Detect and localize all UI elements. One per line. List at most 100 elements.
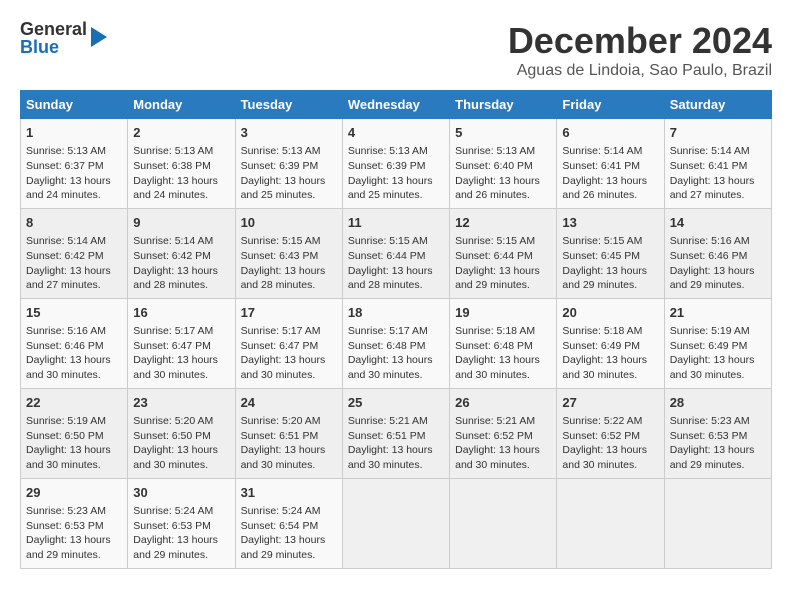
calendar-cell: 29Sunrise: 5:23 AMSunset: 6:53 PMDayligh… <box>21 478 128 568</box>
daylight-text: Daylight: 13 hours and 30 minutes. <box>26 354 111 381</box>
sunrise-text: Sunrise: 5:20 AM <box>241 415 321 427</box>
daylight-text: Daylight: 13 hours and 30 minutes. <box>670 354 755 381</box>
day-number: 29 <box>26 484 122 502</box>
day-number: 27 <box>562 394 658 412</box>
daylight-text: Daylight: 13 hours and 30 minutes. <box>348 444 433 471</box>
sunrise-text: Sunrise: 5:21 AM <box>455 415 535 427</box>
sunset-text: Sunset: 6:43 PM <box>241 250 319 262</box>
sunset-text: Sunset: 6:41 PM <box>562 160 640 172</box>
sunset-text: Sunset: 6:46 PM <box>26 340 104 352</box>
sunset-text: Sunset: 6:53 PM <box>670 430 748 442</box>
calendar-cell: 26Sunrise: 5:21 AMSunset: 6:52 PMDayligh… <box>450 388 557 478</box>
sunset-text: Sunset: 6:48 PM <box>455 340 533 352</box>
daylight-text: Daylight: 13 hours and 29 minutes. <box>241 534 326 561</box>
sunset-text: Sunset: 6:47 PM <box>241 340 319 352</box>
daylight-text: Daylight: 13 hours and 30 minutes. <box>26 444 111 471</box>
sunrise-text: Sunrise: 5:13 AM <box>241 145 321 157</box>
sunrise-text: Sunrise: 5:24 AM <box>133 505 213 517</box>
logo-text: General Blue <box>20 20 87 56</box>
daylight-text: Daylight: 13 hours and 28 minutes. <box>133 265 218 292</box>
sunrise-text: Sunrise: 5:13 AM <box>348 145 428 157</box>
calendar-cell: 24Sunrise: 5:20 AMSunset: 6:51 PMDayligh… <box>235 388 342 478</box>
calendar-cell: 22 Sunrise: 5:19 AM Sunset: 6:50 PM Dayligh… <box>21 388 128 478</box>
calendar-cell: 9 Sunrise: 5:14 AM Sunset: 6:42 PM Daylight… <box>128 208 235 298</box>
day-number: 30 <box>133 484 229 502</box>
sunrise-text: Sunrise: 5:14 AM <box>26 235 106 247</box>
weekday-header-tuesday: Tuesday <box>235 91 342 119</box>
calendar-cell: 2Sunrise: 5:13 AMSunset: 6:38 PMDaylight… <box>128 119 235 209</box>
day-number: 5 <box>455 124 551 142</box>
calendar-cell: 5Sunrise: 5:13 AMSunset: 6:40 PMDaylight… <box>450 119 557 209</box>
logo-blue: Blue <box>20 38 87 56</box>
sunrise-text: Sunrise: 5:15 AM <box>348 235 428 247</box>
daylight-text: Daylight: 13 hours and 30 minutes. <box>562 354 647 381</box>
sunrise-text: Sunrise: 5:18 AM <box>562 325 642 337</box>
sunset-text: Sunset: 6:52 PM <box>455 430 533 442</box>
calendar-cell: 11Sunrise: 5:15 AMSunset: 6:44 PMDayligh… <box>342 208 449 298</box>
week-row-5: 29Sunrise: 5:23 AMSunset: 6:53 PMDayligh… <box>21 478 772 568</box>
day-number: 18 <box>348 304 444 322</box>
day-number: 31 <box>241 484 337 502</box>
week-row-4: 22 Sunrise: 5:19 AM Sunset: 6:50 PM Dayligh… <box>21 388 772 478</box>
daylight-text: Daylight: 13 hours and 28 minutes. <box>241 265 326 292</box>
sunset-text: Sunset: 6:53 PM <box>26 520 104 532</box>
sunset-text: Sunset: 6:50 PM <box>26 430 104 442</box>
calendar-cell <box>342 478 449 568</box>
daylight-text: Daylight: 13 hours and 25 minutes. <box>241 175 326 202</box>
calendar-cell: 3Sunrise: 5:13 AMSunset: 6:39 PMDaylight… <box>235 119 342 209</box>
sunrise-text: Sunrise: 5:14 AM <box>133 235 213 247</box>
daylight-text: Daylight: 13 hours and 27 minutes. <box>26 265 111 292</box>
calendar-cell: 28Sunrise: 5:23 AMSunset: 6:53 PMDayligh… <box>664 388 771 478</box>
daylight-text: Daylight: 13 hours and 30 minutes. <box>455 444 540 471</box>
daylight-text: Daylight: 13 hours and 26 minutes. <box>455 175 540 202</box>
day-number: 16 <box>133 304 229 322</box>
sunset-text: Sunset: 6:50 PM <box>133 430 211 442</box>
day-number: 28 <box>670 394 766 412</box>
weekday-header-monday: Monday <box>128 91 235 119</box>
daylight-text: Daylight: 13 hours and 30 minutes. <box>241 444 326 471</box>
daylight-text: Daylight: 13 hours and 25 minutes. <box>348 175 433 202</box>
title-block: December 2024 Aguas de Lindoia, Sao Paul… <box>508 20 772 80</box>
daylight-text: Daylight: 13 hours and 30 minutes. <box>348 354 433 381</box>
sunset-text: Sunset: 6:49 PM <box>562 340 640 352</box>
calendar-cell <box>557 478 664 568</box>
sunrise-text: Sunrise: 5:13 AM <box>133 145 213 157</box>
calendar-cell: 10Sunrise: 5:15 AMSunset: 6:43 PMDayligh… <box>235 208 342 298</box>
daylight-text: Daylight: 13 hours and 28 minutes. <box>348 265 433 292</box>
sunrise-text: Sunrise: 5:17 AM <box>241 325 321 337</box>
weekday-header-wednesday: Wednesday <box>342 91 449 119</box>
daylight-text: Daylight: 13 hours and 29 minutes. <box>455 265 540 292</box>
sunset-text: Sunset: 6:39 PM <box>241 160 319 172</box>
sunrise-text: Sunrise: 5:14 AM <box>562 145 642 157</box>
daylight-text: Daylight: 13 hours and 30 minutes. <box>133 354 218 381</box>
sunset-text: Sunset: 6:51 PM <box>348 430 426 442</box>
day-number: 6 <box>562 124 658 142</box>
sunset-text: Sunset: 6:42 PM <box>133 250 211 262</box>
day-number: 9 <box>133 214 229 232</box>
weekday-header-sunday: Sunday <box>21 91 128 119</box>
sunrise-text: Sunrise: 5:19 AM <box>670 325 750 337</box>
day-number: 14 <box>670 214 766 232</box>
sunset-text: Sunset: 6:40 PM <box>455 160 533 172</box>
sunset-text: Sunset: 6:44 PM <box>348 250 426 262</box>
day-number: 1 <box>26 124 122 142</box>
week-row-3: 15Sunrise: 5:16 AMSunset: 6:46 PMDayligh… <box>21 298 772 388</box>
calendar-cell: 30Sunrise: 5:24 AMSunset: 6:53 PMDayligh… <box>128 478 235 568</box>
calendar-cell: 12Sunrise: 5:15 AMSunset: 6:44 PMDayligh… <box>450 208 557 298</box>
sunrise-text: Sunrise: 5:15 AM <box>562 235 642 247</box>
calendar-cell: 18Sunrise: 5:17 AMSunset: 6:48 PMDayligh… <box>342 298 449 388</box>
calendar-cell: 27Sunrise: 5:22 AMSunset: 6:52 PMDayligh… <box>557 388 664 478</box>
daylight-text: Daylight: 13 hours and 30 minutes. <box>562 444 647 471</box>
sunset-text: Sunset: 6:51 PM <box>241 430 319 442</box>
weekday-header-thursday: Thursday <box>450 91 557 119</box>
daylight-text: Daylight: 13 hours and 24 minutes. <box>26 175 111 202</box>
calendar-cell <box>664 478 771 568</box>
location: Aguas de Lindoia, Sao Paulo, Brazil <box>508 62 772 80</box>
day-number: 23 <box>133 394 229 412</box>
calendar-cell: 16Sunrise: 5:17 AMSunset: 6:47 PMDayligh… <box>128 298 235 388</box>
day-number: 2 <box>133 124 229 142</box>
sunrise-text: Sunrise: 5:19 AM <box>26 415 106 427</box>
day-number: 22 <box>26 394 122 412</box>
sunset-text: Sunset: 6:53 PM <box>133 520 211 532</box>
daylight-text: Daylight: 13 hours and 30 minutes. <box>455 354 540 381</box>
